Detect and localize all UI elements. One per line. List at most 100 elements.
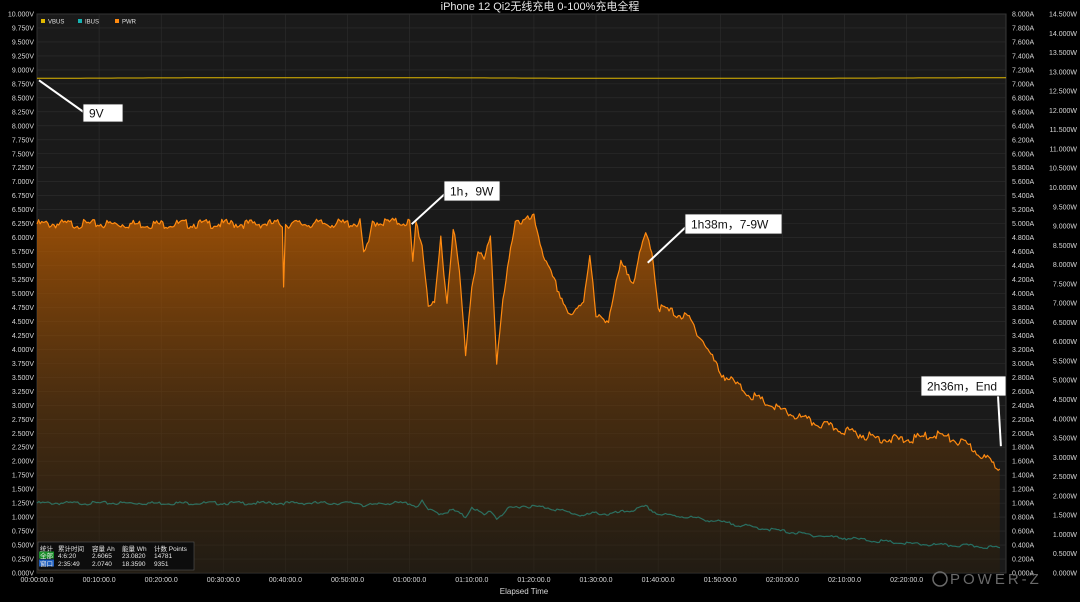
y-mid-tick-label: 0.200A <box>1012 557 1035 564</box>
x-axis-title: Elapsed Time <box>500 587 549 596</box>
y-left-tick-label: 1.000V <box>12 515 35 522</box>
y-mid-tick-label: 1.200A <box>1012 487 1035 494</box>
y-right-tick-label: 5.000W <box>1053 378 1078 385</box>
y-right-tick-label: 4.500W <box>1053 397 1078 404</box>
y-left-tick-label: 10.000V <box>8 12 34 19</box>
y-left-tick-label: 7.000V <box>12 179 35 186</box>
y-right-tick-label: 3.000W <box>1053 455 1078 462</box>
y-right-tick-label: 7.500W <box>1053 281 1078 288</box>
y-left-tick-label: 5.750V <box>12 249 35 256</box>
y-mid-tick-label: 3.200A <box>1012 347 1035 354</box>
y-mid-tick-label: 7.800A <box>1012 25 1035 32</box>
legend-swatch-pwr <box>115 19 119 23</box>
y-left-tick-label: 9.500V <box>12 39 35 46</box>
callout-label: 1h，9W <box>450 185 494 199</box>
y-mid-tick-label: 0.600A <box>1012 529 1035 536</box>
svg-text:POWER-Z: POWER-Z <box>950 571 1042 588</box>
callout-label: 9V <box>89 107 104 121</box>
y-mid-tick-label: 4.800A <box>1012 235 1035 242</box>
y-right-tick-label: 8.500W <box>1053 243 1078 250</box>
y-mid-tick-label: 5.400A <box>1012 193 1035 200</box>
y-left-tick-label: 8.250V <box>12 109 35 116</box>
chart-title: iPhone 12 Qi2无线充电 0-100%充电全程 <box>441 0 640 13</box>
y-mid-tick-label: 3.000A <box>1012 361 1035 368</box>
y-right-tick-label: 5.500W <box>1053 358 1078 365</box>
y-mid-tick-label: 2.800A <box>1012 375 1035 382</box>
watermark-logo: POWER-Z <box>932 571 1042 588</box>
y-left-tick-label: 2.750V <box>12 417 35 424</box>
y-mid-tick-label: 4.400A <box>1012 263 1035 270</box>
y-left-tick-label: 9.750V <box>12 25 35 32</box>
x-tick-label: 01:00:00.0 <box>393 577 426 584</box>
y-right-tick-label: 4.000W <box>1053 416 1078 423</box>
y-mid-tick-label: 7.600A <box>1012 39 1035 46</box>
y-left-tick-label: 7.250V <box>12 165 35 172</box>
y-right-tick-label: 12.000W <box>1049 108 1077 115</box>
y-mid-tick-label: 5.800A <box>1012 165 1035 172</box>
stats-cell: 14781 <box>154 553 172 560</box>
x-tick-label: 02:10:00.0 <box>828 577 861 584</box>
y-right-tick-label: 8.000W <box>1053 262 1078 269</box>
stats-cell: 23.0820 <box>122 553 146 560</box>
x-tick-label: 01:30:00.0 <box>579 577 612 584</box>
y-mid-tick-label: 1.600A <box>1012 459 1035 466</box>
y-mid-tick-label: 3.800A <box>1012 305 1035 312</box>
callout-label: 2h36m，End <box>927 380 997 394</box>
y-right-tick-label: 1.500W <box>1053 513 1078 520</box>
x-tick-label: 02:00:00.0 <box>766 577 799 584</box>
y-mid-tick-label: 7.200A <box>1012 67 1035 74</box>
stats-cell: 2.6065 <box>92 553 112 560</box>
y-left-tick-label: 3.000V <box>12 403 35 410</box>
y-mid-tick-label: 2.200A <box>1012 417 1035 424</box>
y-left-tick-label: 4.500V <box>12 319 35 326</box>
y-left-tick-label: 3.750V <box>12 361 35 368</box>
legend-label-ibus: IBUS <box>85 20 99 26</box>
y-left-tick-label: 6.750V <box>12 193 35 200</box>
legend-label-pwr: PWR <box>122 20 137 26</box>
y-mid-tick-label: 1.000A <box>1012 501 1035 508</box>
y-mid-tick-label: 1.400A <box>1012 473 1035 480</box>
y-left-tick-label: 9.250V <box>12 53 35 60</box>
y-mid-tick-label: 4.200A <box>1012 277 1035 284</box>
stats-cell: 窗口 <box>40 559 53 568</box>
y-right-tick-label: 11.500W <box>1050 127 1078 134</box>
series-line-vbus <box>37 77 1006 79</box>
y-mid-tick-label: 7.000A <box>1012 81 1035 88</box>
callout-label: 1h38m，7-9W <box>691 218 769 232</box>
y-right-tick-label: 7.000W <box>1053 301 1078 308</box>
x-tick-label: 01:20:00.0 <box>517 577 550 584</box>
y-mid-tick-label: 0.800A <box>1012 515 1035 522</box>
y-left-tick-label: 4.000V <box>12 347 35 354</box>
y-left-tick-label: 1.250V <box>12 501 35 508</box>
stats-header-cell: 计数 Points <box>154 544 188 553</box>
y-mid-tick-label: 6.600A <box>1012 109 1035 116</box>
legend-swatch-vbus <box>41 19 45 23</box>
y-mid-tick-label: 4.000A <box>1012 291 1035 298</box>
stats-cell: 2:35:49 <box>58 561 80 568</box>
y-mid-tick-label: 2.400A <box>1012 403 1035 410</box>
stats-header-cell: 能量 Wh <box>122 544 147 553</box>
x-tick-label: 00:30:00.0 <box>207 577 240 584</box>
x-tick-label: 01:40:00.0 <box>642 577 675 584</box>
y-mid-tick-label: 5.200A <box>1012 207 1035 214</box>
y-left-tick-label: 6.500V <box>12 207 35 214</box>
y-mid-tick-label: 7.400A <box>1012 53 1035 60</box>
y-mid-tick-label: 6.000A <box>1012 151 1035 158</box>
stats-cell: 18.3590 <box>122 561 146 568</box>
y-right-tick-label: 11.000W <box>1050 146 1078 153</box>
y-mid-tick-label: 6.400A <box>1012 123 1035 130</box>
y-left-tick-label: 5.250V <box>12 277 35 284</box>
y-left-tick-label: 3.500V <box>12 375 35 382</box>
y-mid-tick-label: 0.400A <box>1012 543 1035 550</box>
stats-table: 统计 累计时间 容量 Ah 能量 Wh 计数 Points全部 4:6:20 2.6065 2… <box>37 541 195 571</box>
stats-cell: 4:6:20 <box>58 553 76 560</box>
y-left-tick-label: 7.500V <box>12 151 35 158</box>
y-mid-tick-label: 3.600A <box>1012 319 1035 326</box>
stats-cell: 9351 <box>154 561 169 568</box>
y-mid-tick-label: 2.600A <box>1012 389 1035 396</box>
x-tick-label: 02:20:00.0 <box>890 577 923 584</box>
y-right-tick-label: 14.000W <box>1049 31 1077 38</box>
x-tick-label: 00:10:00.0 <box>83 577 116 584</box>
y-left-tick-label: 2.500V <box>12 431 35 438</box>
y-left-tick-label: 7.750V <box>12 137 35 144</box>
